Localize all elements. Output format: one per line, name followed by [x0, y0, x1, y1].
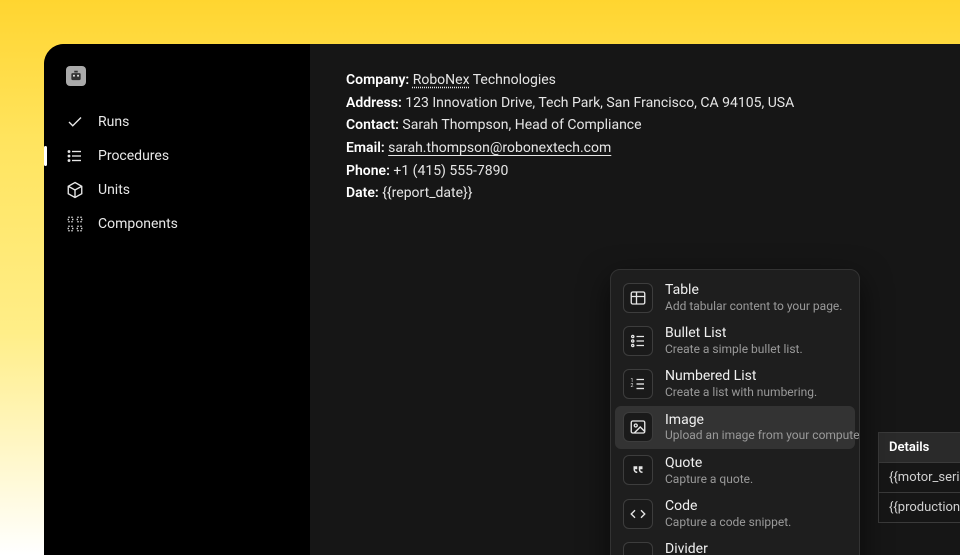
robot-icon	[69, 69, 83, 83]
slash-item-table[interactable]: Table Add tabular content to your page.	[615, 276, 855, 319]
company-link[interactable]: RoboNex	[413, 72, 470, 88]
image-icon	[623, 412, 653, 442]
sidebar-item-components[interactable]: Components	[44, 208, 310, 240]
slash-item-title: Bullet List	[665, 325, 803, 342]
meta-contact: Contact: Sarah Thompson, Head of Complia…	[346, 115, 920, 137]
meta-label: Phone:	[346, 163, 390, 179]
slash-item-desc: Capture a quote.	[665, 472, 753, 486]
table-header: Details	[879, 433, 960, 463]
address-value: 123 Innovation Drive, Tech Park, San Fra…	[405, 95, 794, 111]
details-table[interactable]: Details {{motor_serial_number}} {{produc…	[878, 432, 960, 523]
slash-menu: Table Add tabular content to your page. …	[610, 269, 860, 555]
code-icon	[623, 499, 653, 529]
components-icon	[66, 215, 84, 233]
numbered-list-icon: 12	[623, 369, 653, 399]
slash-item-quote[interactable]: Quote Capture a quote.	[615, 449, 855, 492]
company-rest: Technologies	[470, 72, 556, 88]
table-icon	[623, 283, 653, 313]
email-link[interactable]: sarah.thompson@robonextech.com	[388, 140, 611, 156]
slash-item-numbered-list[interactable]: 12 Numbered List Create a list with numb…	[615, 362, 855, 405]
meta-label: Address:	[346, 95, 402, 111]
sidebar-item-label: Components	[98, 216, 178, 232]
meta-label: Date:	[346, 185, 379, 201]
meta-address: Address: 123 Innovation Drive, Tech Park…	[346, 93, 920, 115]
table-row[interactable]: {{motor_serial_number}}	[879, 463, 960, 493]
slash-item-bullet-list[interactable]: Bullet List Create a simple bullet list.	[615, 319, 855, 362]
sidebar-item-label: Runs	[98, 114, 129, 130]
slash-item-title: Quote	[665, 455, 753, 472]
slash-item-title: Divider	[665, 541, 782, 555]
check-icon	[66, 113, 84, 131]
quote-icon	[623, 455, 653, 485]
divider-icon	[623, 542, 653, 555]
sidebar-item-runs[interactable]: Runs	[44, 106, 310, 138]
meta-label: Email:	[346, 140, 385, 156]
date-value: {{report_date}}	[382, 185, 472, 201]
sidebar-item-procedures[interactable]: Procedures	[44, 140, 310, 172]
contact-value: Sarah Thompson, Head of Compliance	[402, 117, 641, 133]
slash-item-title: Code	[665, 498, 791, 515]
table-cell[interactable]: {{production_date}}	[879, 493, 960, 523]
table-row[interactable]: {{production_date}}	[879, 493, 960, 523]
slash-item-desc: Create a simple bullet list.	[665, 342, 803, 356]
slash-item-desc: Capture a code snippet.	[665, 515, 791, 529]
slash-item-title: Image	[665, 412, 847, 429]
sidebar-item-units[interactable]: Units	[44, 174, 310, 206]
app-window: Runs Procedures Units Components Company…	[44, 44, 960, 555]
nav: Runs Procedures Units Components	[44, 106, 310, 240]
slash-item-title: Table	[665, 282, 842, 299]
slash-item-code[interactable]: Code Capture a code snippet.	[615, 492, 855, 535]
meta-phone: Phone: +1 (415) 555-7890	[346, 161, 920, 183]
document-meta: Company: RoboNex Technologies Address: 1…	[346, 70, 920, 205]
meta-label: Company:	[346, 72, 409, 88]
svg-text:2: 2	[631, 383, 634, 389]
slash-item-title: Numbered List	[665, 368, 817, 385]
slash-item-desc: Upload an image from your computer.	[665, 428, 847, 442]
bullet-list-icon	[623, 326, 653, 356]
cube-icon	[66, 181, 84, 199]
sidebar-item-label: Procedures	[98, 148, 169, 164]
meta-email: Email: sarah.thompson@robonextech.com	[346, 138, 920, 160]
list-icon	[66, 147, 84, 165]
meta-label: Contact:	[346, 117, 399, 133]
meta-date: Date: {{report_date}}	[346, 183, 920, 205]
slash-item-divider[interactable]: Divider Visually divide blocks.	[615, 535, 855, 555]
sidebar-item-label: Units	[98, 182, 130, 198]
app-logo	[66, 66, 86, 86]
table-cell[interactable]: {{motor_serial_number}}	[879, 463, 960, 493]
meta-company: Company: RoboNex Technologies	[346, 70, 920, 92]
slash-item-desc: Create a list with numbering.	[665, 385, 817, 399]
slash-item-desc: Add tabular content to your page.	[665, 299, 842, 313]
sidebar: Runs Procedures Units Components	[44, 44, 310, 555]
slash-item-image[interactable]: Image Upload an image from your computer…	[615, 406, 855, 449]
document-area[interactable]: Company: RoboNex Technologies Address: 1…	[310, 44, 960, 555]
phone-value: +1 (415) 555-7890	[393, 163, 508, 179]
